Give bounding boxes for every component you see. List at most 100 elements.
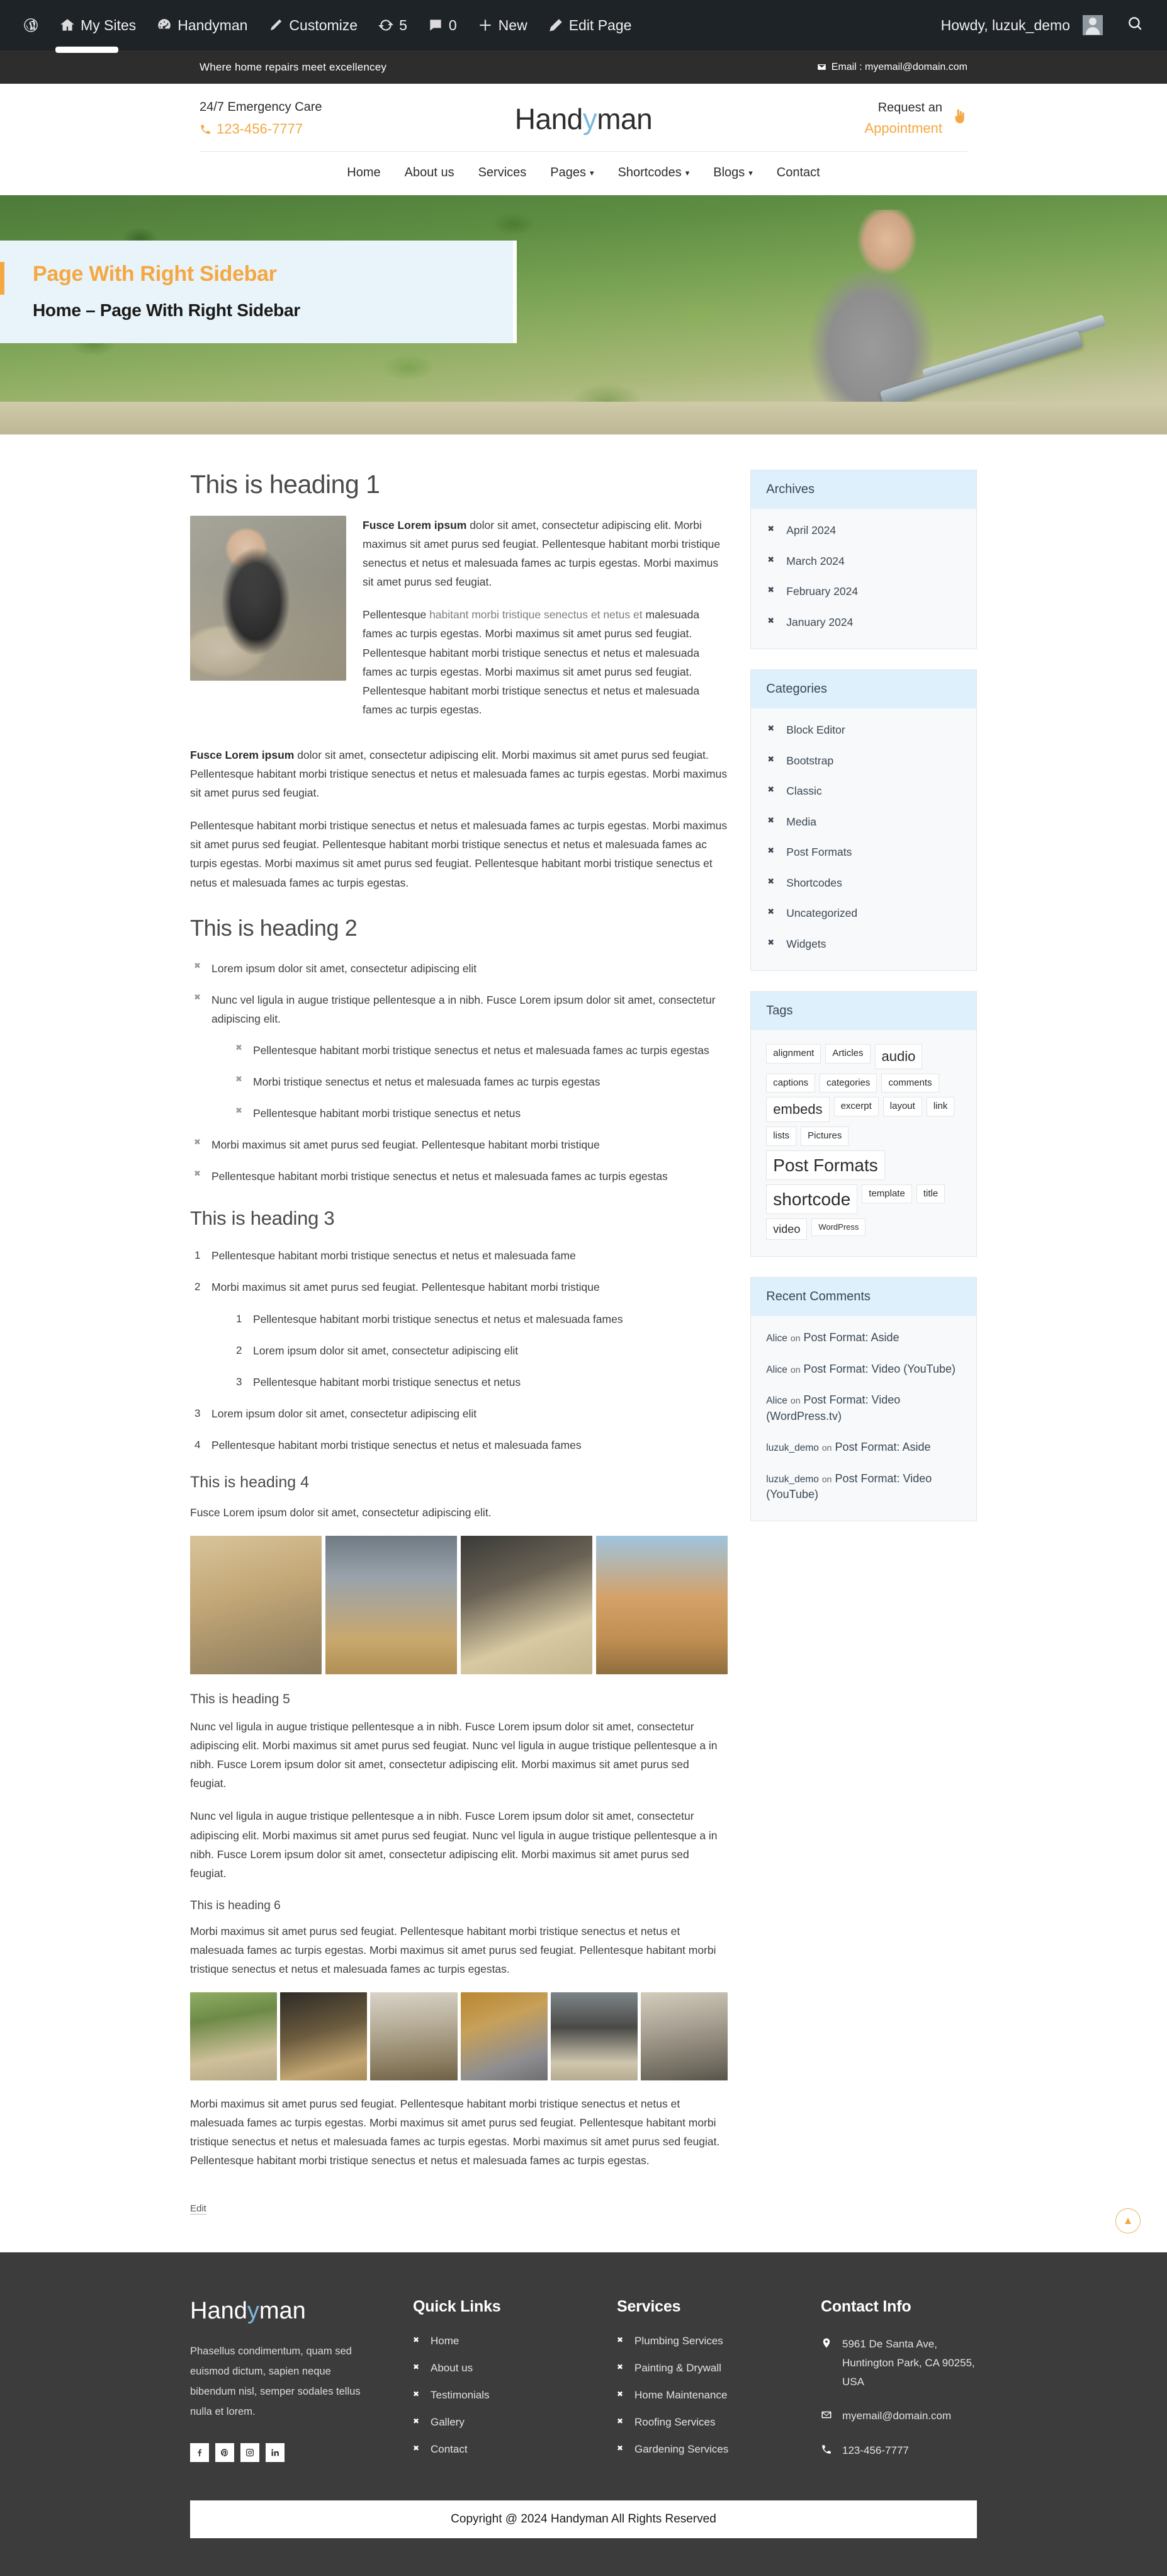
footer-link-gallery[interactable]: Gallery	[413, 2416, 602, 2429]
tag-link[interactable]: shortcode	[766, 1184, 858, 1214]
category-item[interactable]: Block Editor	[766, 722, 961, 738]
admin-bar-item-new[interactable]: New	[467, 0, 538, 50]
recent-comment-item[interactable]: Alice on Post Format: Aside	[766, 1330, 961, 1346]
admin-bar-item-my-sites[interactable]: My Sites	[49, 0, 146, 50]
edit-page-link[interactable]: Edit	[190, 2203, 206, 2215]
category-item[interactable]: Widgets	[766, 936, 961, 952]
recent-comment-item[interactable]: luzuk_demo on Post Format: Video (YouTub…	[766, 1471, 961, 1503]
tag-link[interactable]: link	[926, 1097, 955, 1116]
admin-bar-howdy[interactable]: Howdy, luzuk_demo	[931, 0, 1113, 50]
category-item[interactable]: Shortcodes	[766, 875, 961, 891]
footer-logo[interactable]: Handyman	[190, 2298, 398, 2325]
tag-link[interactable]: excerpt	[833, 1097, 879, 1116]
comment-post-title: Post Format: Video (YouTube)	[803, 1362, 956, 1375]
footer-service-painting[interactable]: Painting & Drywall	[617, 2362, 806, 2375]
footer-service-home-maintenance[interactable]: Home Maintenance	[617, 2389, 806, 2402]
admin-bar-item-customize[interactable]: Customize	[257, 0, 368, 50]
scroll-to-top-button[interactable]: ▲	[1115, 2208, 1141, 2233]
list-item-text: Pellentesque habitant morbi tristique se…	[253, 1312, 623, 1325]
site-tagline: Where home repairs meet excellencey	[200, 60, 387, 73]
facebook-icon[interactable]	[190, 2443, 209, 2463]
category-item[interactable]: Post Formats	[766, 844, 961, 860]
nav-item-about-us[interactable]: About us	[405, 166, 454, 180]
footer-service-plumbing[interactable]: Plumbing Services	[617, 2335, 806, 2347]
intro-row: Fusce Lorem ipsum dolor sit amet, consec…	[190, 516, 728, 733]
recent-comment-item[interactable]: Alice on Post Format: Video (YouTube)	[766, 1361, 961, 1378]
gallery-image[interactable]	[370, 1992, 458, 2081]
nav-item-contact[interactable]: Contact	[777, 166, 820, 180]
nav-item-home[interactable]: Home	[347, 166, 380, 180]
header-phone-link[interactable]: 123-456-7777	[200, 121, 515, 137]
recent-comment-item[interactable]: luzuk_demo on Post Format: Aside	[766, 1439, 961, 1456]
tag-link[interactable]: template	[862, 1184, 912, 1204]
tag-link[interactable]: alignment	[766, 1044, 821, 1064]
gallery-image[interactable]	[325, 1536, 458, 1675]
tag-link[interactable]: audio	[874, 1044, 923, 1069]
nav-item-blogs[interactable]: Blogs ▾	[713, 166, 753, 180]
gallery-image[interactable]	[460, 1992, 548, 2081]
gallery-image[interactable]	[280, 1992, 368, 2081]
category-item[interactable]: Bootstrap	[766, 753, 961, 769]
search-icon	[1129, 17, 1142, 30]
tag-link[interactable]: video	[766, 1218, 808, 1240]
gallery-image[interactable]	[190, 1536, 322, 1675]
tag-link[interactable]: captions	[766, 1073, 816, 1093]
tag-link[interactable]: lists	[766, 1126, 797, 1146]
nav-item-pages[interactable]: Pages ▾	[550, 166, 594, 180]
footer-service-roofing[interactable]: Roofing Services	[617, 2416, 806, 2429]
gallery-image[interactable]	[461, 1536, 593, 1675]
tag-link[interactable]: categories	[820, 1073, 877, 1093]
admin-bar-item-comments[interactable]: 0	[417, 0, 467, 50]
tag-link[interactable]: Articles	[825, 1044, 871, 1064]
brand-part-1: Hand	[514, 102, 583, 135]
footer-link-about-us[interactable]: About us	[413, 2362, 602, 2375]
recent-comment-item[interactable]: Alice on Post Format: Video (WordPress.t…	[766, 1392, 961, 1424]
category-item[interactable]: Classic	[766, 783, 961, 799]
header-appointment-block[interactable]: Request an Appointment	[652, 101, 967, 137]
footer-phone-row[interactable]: 123-456-7777	[821, 2441, 977, 2460]
admin-bar-item-edit-page[interactable]: Edit Page	[538, 0, 642, 50]
archive-item[interactable]: January 2024	[766, 615, 961, 630]
category-item[interactable]: Uncategorized	[766, 905, 961, 921]
wordpress-logo-menu[interactable]	[13, 0, 49, 50]
footer-email-row[interactable]: myemail@domain.com	[821, 2407, 977, 2426]
page-title: Page With Right Sidebar	[33, 262, 277, 286]
pinterest-icon[interactable]	[215, 2443, 234, 2463]
footer-phone-text: 123-456-7777	[842, 2444, 909, 2456]
footer-link-testimonials[interactable]: Testimonials	[413, 2389, 602, 2402]
site-header: 24/7 Emergency Care 123-456-7777 Handyma…	[0, 84, 1167, 152]
linkedin-icon[interactable]	[266, 2443, 285, 2463]
content-paragraph-4: Pellentesque habitant morbi tristique se…	[190, 819, 728, 889]
gallery-image[interactable]	[596, 1536, 728, 1675]
tag-link[interactable]: embeds	[766, 1097, 830, 1122]
archive-item[interactable]: April 2024	[766, 523, 961, 538]
footer-link-label: Gardening Services	[634, 2443, 729, 2455]
list-item-text: Pellentesque habitant morbi tristique se…	[211, 1249, 576, 1262]
tag-link[interactable]: WordPress	[811, 1218, 866, 1236]
list-item: Lorem ipsum dolor sit amet, consectetur …	[232, 1341, 728, 1360]
nav-item-shortcodes[interactable]: Shortcodes ▾	[618, 166, 690, 180]
nav-item-services[interactable]: Services	[478, 166, 527, 180]
admin-bar-search-button[interactable]	[1113, 15, 1154, 35]
tag-link[interactable]: layout	[882, 1097, 922, 1116]
header-emergency-block: 24/7 Emergency Care 123-456-7777	[200, 100, 515, 137]
category-item[interactable]: Media	[766, 814, 961, 830]
tag-link[interactable]: Post Formats	[766, 1150, 885, 1180]
archive-item[interactable]: February 2024	[766, 584, 961, 599]
admin-bar-item-updates[interactable]: 5	[368, 0, 417, 50]
footer-link-home[interactable]: Home	[413, 2335, 602, 2347]
archive-item[interactable]: March 2024	[766, 553, 961, 569]
tag-link[interactable]: Pictures	[801, 1126, 849, 1146]
comment-author: luzuk_demo	[766, 1473, 819, 1485]
category-label: Block Editor	[786, 723, 845, 736]
gallery-image[interactable]	[190, 1992, 278, 2081]
gallery-image[interactable]	[550, 1992, 638, 2081]
archive-label: April 2024	[786, 524, 837, 536]
instagram-icon[interactable]	[240, 2443, 259, 2463]
tag-link[interactable]: title	[916, 1184, 945, 1204]
site-logo[interactable]: Handyman	[514, 102, 653, 136]
top-bar-email[interactable]: Email : myemail@domain.com	[817, 62, 967, 73]
admin-bar-item-handyman[interactable]: Handyman	[146, 0, 257, 50]
gallery-image[interactable]	[641, 1992, 728, 2081]
tag-link[interactable]: comments	[881, 1073, 939, 1093]
